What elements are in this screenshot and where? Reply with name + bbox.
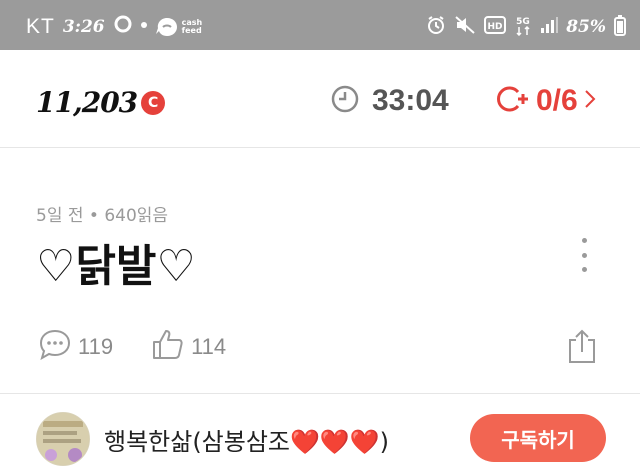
coin-amount: 11,203 (36, 86, 138, 119)
share-button[interactable] (566, 328, 598, 368)
dot-icon (140, 14, 147, 39)
share-icon (566, 329, 598, 368)
coin-icon: C (141, 90, 166, 115)
mission-progress-button[interactable]: 0/6 (496, 84, 596, 118)
post-actions: 119 114 (38, 328, 264, 366)
coin-balance[interactable]: 11,203 C (36, 86, 166, 119)
like-count: 114 (191, 334, 227, 359)
mission-count: 0/6 (536, 84, 578, 117)
5g-icon: 5G (514, 14, 532, 40)
carrier-label: KT (26, 14, 55, 38)
signal-icon (540, 16, 559, 38)
top-header: 11,203 C 33:04 0/6 (0, 50, 640, 148)
notification-dot-icon (113, 14, 133, 39)
more-icon[interactable] (572, 238, 596, 272)
hd-icon: HD (484, 16, 507, 38)
svg-text:5G: 5G (516, 17, 530, 27)
status-right: HD 5G 85% (426, 14, 626, 40)
chevron-right-icon (584, 89, 596, 113)
cashfeed-logo-text: cash feed (181, 17, 203, 35)
comment-button[interactable]: 119 (38, 328, 113, 366)
follow-button[interactable]: 구독하기 (470, 414, 606, 462)
author-row: 행복한삶(삼봉삼조❤️❤️❤️) 구독하기 (0, 394, 640, 466)
battery-icon (614, 14, 626, 40)
clock-icon (330, 84, 360, 118)
timer-value: 33:04 (372, 84, 449, 117)
cashfeed-logo-icon: cash feed (155, 16, 203, 38)
mute-icon (454, 15, 476, 39)
like-button[interactable]: 114 (151, 328, 226, 366)
author-avatar[interactable] (36, 412, 90, 466)
status-left: KT 3:26 cash feed (26, 14, 202, 39)
comment-icon (38, 328, 72, 366)
clock-time: 3:26 (62, 16, 105, 37)
post-meta: 5일 전 • 640읽음 (36, 206, 169, 226)
read-timer: 33:04 (330, 84, 449, 118)
alarm-icon (426, 15, 446, 39)
svg-text:HD: HD (488, 22, 503, 32)
coin-plus-icon (496, 84, 530, 118)
comment-count: 119 (78, 334, 114, 359)
post-title: ♡닭발♡ (36, 241, 196, 292)
like-icon (151, 328, 185, 366)
battery-percent: 85% (566, 17, 606, 37)
status-bar: KT 3:26 cash feed HD 5G 85% (0, 0, 640, 50)
